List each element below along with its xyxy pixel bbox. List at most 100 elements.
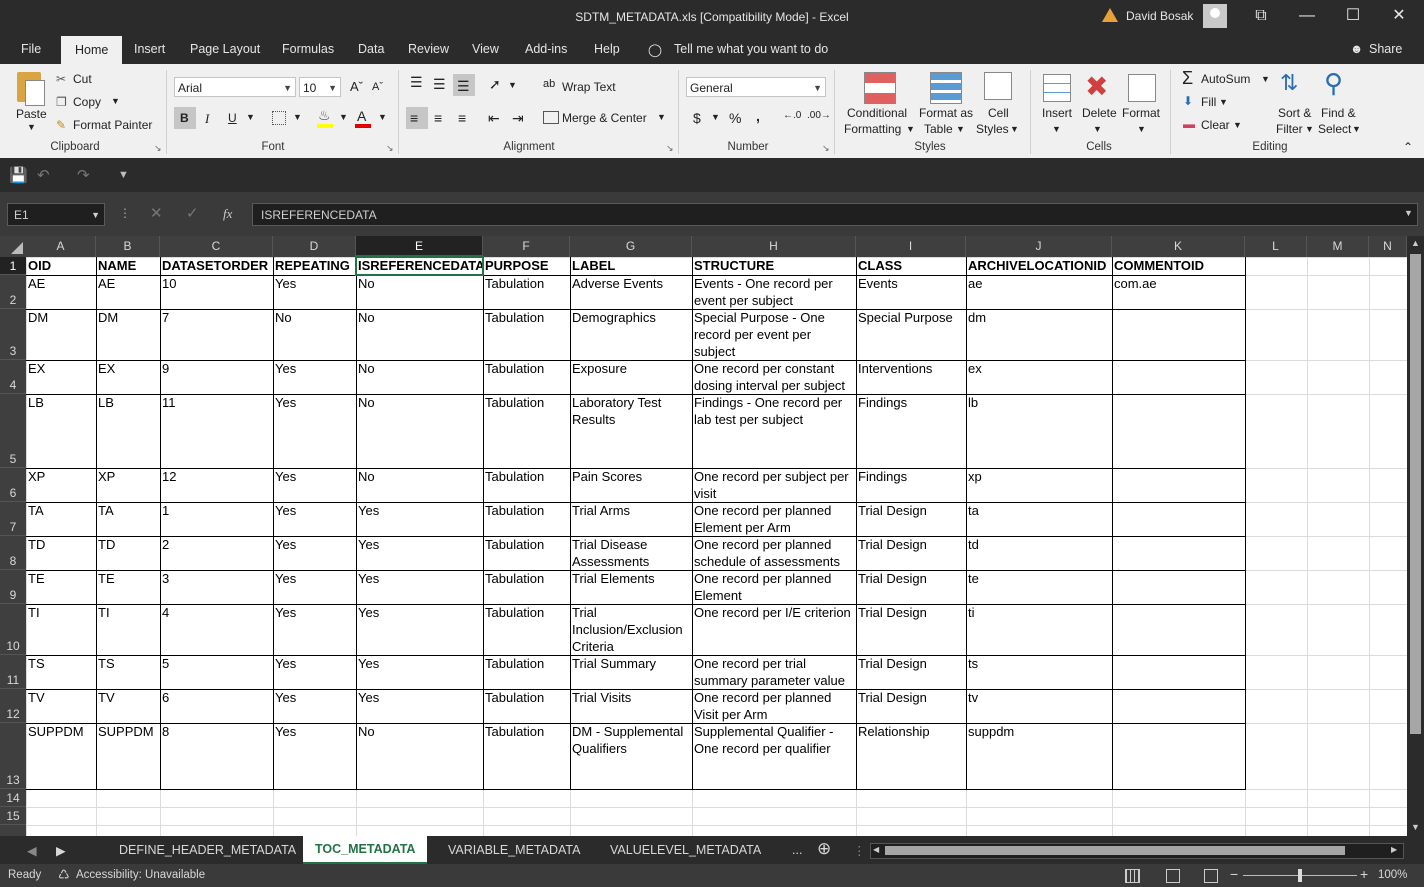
cut-button[interactable]: Cut [73,72,92,86]
currency-dropdown-icon[interactable]: ▼ [711,112,720,122]
zoom-level[interactable]: 100% [1378,869,1407,881]
align-center-icon[interactable]: ≡ [434,110,442,126]
column-header-i[interactable]: I [856,236,966,257]
tab-file[interactable]: File [21,42,41,56]
table-cell[interactable]: 4 [160,604,274,656]
tab-formulas[interactable]: Formulas [282,42,334,56]
table-cell[interactable]: Yes [273,723,357,790]
table-cell[interactable]: tv [966,689,1113,724]
table-cell[interactable]: 5 [160,655,274,690]
table-cell[interactable]: TD [96,536,161,571]
table-cell[interactable]: 3 [160,570,274,605]
row-header-8[interactable]: 8 [0,536,26,570]
column-header-l[interactable]: L [1245,236,1307,257]
align-left-icon[interactable]: ≡ [410,110,418,126]
table-cell[interactable]: 7 [160,309,274,361]
table-cell[interactable]: Tabulation [483,468,571,503]
conditional-formatting-button[interactable]: Conditional [847,106,907,120]
tab-view[interactable]: View [472,42,499,56]
fill-color-icon[interactable]: ♨ [318,107,331,124]
restore-ribbon-button[interactable]: ⧉ [1238,0,1284,32]
table-cell[interactable]: Yes [273,689,357,724]
font-size-dropdown-icon[interactable]: ▼ [328,78,337,98]
table-cell[interactable]: TS [96,655,161,690]
zoom-slider-thumb[interactable] [1298,869,1302,882]
header-cell[interactable]: CLASS [856,257,967,276]
row-header-10[interactable]: 10 [0,604,26,655]
page-layout-view-icon[interactable] [1166,869,1180,883]
table-cell[interactable]: 12 [160,468,274,503]
table-cell[interactable]: Tabulation [483,604,571,656]
maximize-button[interactable]: ☐ [1330,0,1376,32]
table-cell[interactable]: ta [966,502,1113,537]
number-launcher-icon[interactable]: ↘ [822,143,830,154]
column-header-j[interactable]: J [966,236,1112,257]
table-cell[interactable]: XP [96,468,161,503]
table-cell[interactable]: 11 [160,394,274,469]
conditional-dropdown-icon[interactable]: ▼ [906,124,915,134]
table-cell[interactable]: TD [26,536,97,571]
row-header-15[interactable]: 15 [0,807,26,825]
table-cell[interactable]: Laboratory Test Results [570,394,693,469]
table-cell[interactable]: Yes [273,275,357,310]
row-header-11[interactable]: 11 [0,655,26,689]
table-cell[interactable]: Trial Summary [570,655,693,690]
table-cell[interactable]: TI [96,604,161,656]
delete-cells-button[interactable]: Delete [1082,106,1117,120]
expand-formula-bar-icon[interactable]: ▼ [1404,208,1413,218]
save-icon[interactable]: 💾 [9,166,28,184]
clipboard-launcher-icon[interactable]: ↘ [154,143,162,154]
merge-center-button[interactable]: Merge & Center [562,111,647,125]
font-size-input[interactable]: 10 ▼ [299,77,341,97]
table-cell[interactable]: DM - Supplemental Qualifiers [570,723,693,790]
autosum-button[interactable]: AutoSum [1201,72,1250,86]
table-cell[interactable] [1112,468,1246,503]
table-cell[interactable]: EX [26,360,97,395]
tab-help[interactable]: Help [594,42,620,56]
table-cell[interactable] [1112,723,1246,790]
cell-styles-dropdown-icon[interactable]: ▼ [1010,124,1019,134]
table-cell[interactable]: Events [856,275,967,310]
formula-input[interactable]: ISREFERENCEDATA [252,203,1418,226]
select-all-button[interactable] [0,236,26,257]
table-cell[interactable] [1112,604,1246,656]
row-header-14[interactable]: 14 [0,789,26,807]
bold-button[interactable]: B [180,111,189,125]
column-header-d[interactable]: D [273,236,356,257]
table-cell[interactable]: dm [966,309,1113,361]
font-launcher-icon[interactable]: ↘ [386,143,394,154]
table-cell[interactable]: Demographics [570,309,693,361]
merge-dropdown-icon[interactable]: ▼ [657,112,666,122]
table-cell[interactable]: 1 [160,502,274,537]
number-format-dropdown-icon[interactable]: ▼ [813,78,822,98]
underline-button[interactable]: U [228,111,237,125]
row-header-1[interactable]: 1 [0,257,26,275]
shrink-font-icon[interactable]: Aˇ [372,81,383,93]
table-cell[interactable]: TA [26,502,97,537]
table-cell[interactable]: Supplemental Qualifier - One record per … [692,723,857,790]
percent-button[interactable]: % [729,110,741,126]
table-cell[interactable]: 8 [160,723,274,790]
horizontal-scrollbar[interactable]: ◀ ▶ [870,843,1404,859]
insert-cells-button[interactable]: Insert [1042,106,1072,120]
table-cell[interactable]: DM [96,309,161,361]
scroll-up-icon[interactable]: ▲ [1411,238,1420,248]
table-cell[interactable]: One record per planned Visit per Arm [692,689,857,724]
table-cell[interactable]: One record per constant dosing interval … [692,360,857,395]
table-cell[interactable]: Special Purpose - One record per event p… [692,309,857,361]
table-cell[interactable] [1112,502,1246,537]
table-cell[interactable]: Trial Design [856,689,967,724]
table-cell[interactable]: Yes [356,570,484,605]
sort-dropdown-icon[interactable]: ▼ [1305,124,1314,134]
cancel-icon[interactable]: ✕ [150,204,163,222]
header-cell[interactable]: LABEL [570,257,693,276]
scroll-tabs-left-icon[interactable]: ◀ [27,843,37,858]
enter-icon[interactable]: ✓ [186,204,199,222]
close-button[interactable]: ✕ [1376,0,1422,32]
column-header-n[interactable]: N [1369,236,1407,257]
table-cell[interactable] [1112,309,1246,361]
table-cell[interactable]: Exposure [570,360,693,395]
sheet-tab-toc[interactable]: TOC_METADATA [303,836,428,864]
header-cell[interactable]: STRUCTURE [692,257,857,276]
increase-indent-icon[interactable]: ⇥ [512,110,524,127]
